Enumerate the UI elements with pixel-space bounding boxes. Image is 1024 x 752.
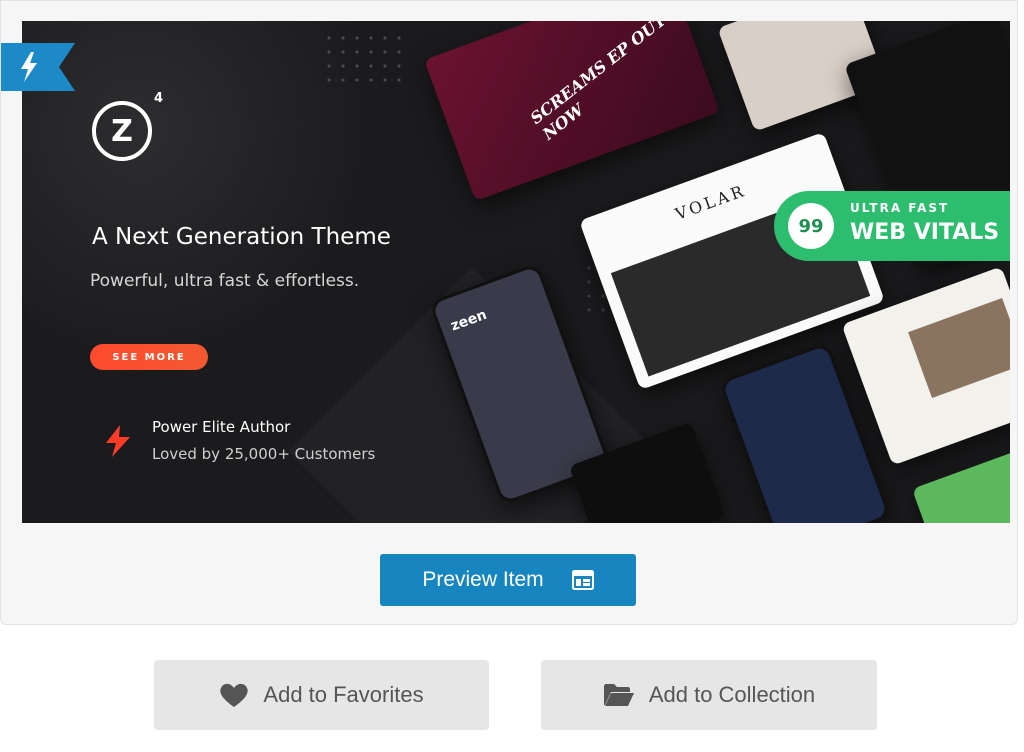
vitals-title: WEB VITALS [850,220,1000,245]
add-to-collection-button[interactable]: Add to Collection [541,660,877,730]
mockup-screen: SCREAMS EP OUT NOW [424,21,720,201]
folder-open-icon [603,683,635,707]
mockup-headline: SCREAMS EP OUT NOW [526,21,670,144]
mockup-phone-title: zeen [448,306,489,335]
web-vitals-badge: 99 ULTRA FAST WEB VITALS [774,191,1010,261]
layout-preview-icon [571,570,594,590]
mockup-photo [908,298,1010,399]
mockup-laptop: VOLAR [579,131,885,391]
vitals-label: ULTRA FAST [850,201,950,215]
add-to-favorites-button[interactable]: Add to Favorites [154,660,489,730]
author-badge-subtitle: Loved by 25,000+ Customers [152,445,376,463]
add-to-favorites-label: Add to Favorites [263,682,424,707]
logo-version: 4 [154,91,164,106]
theme-preview-image[interactable]: Z 4 A Next Generation Theme Powerful, ul… [22,21,1010,523]
theme-logo: Z [92,101,152,161]
author-badge-title: Power Elite Author [152,418,291,436]
lightning-bolt-icon [106,425,130,457]
banner-subline: Powerful, ultra fast & effortless. [90,271,360,291]
banner-headline: A Next Generation Theme [92,224,391,250]
preview-item-button[interactable]: Preview Item [380,554,636,606]
lightning-bolt-icon [1,43,75,91]
mockup-screen [911,447,1010,523]
heart-icon [219,682,249,708]
dot-pattern [322,31,402,91]
preview-item-label: Preview Item [422,568,544,591]
see-more-button[interactable]: SEE MORE [90,344,208,370]
item-preview-card: Z 4 A Next Generation Theme Powerful, ul… [0,0,1018,625]
add-to-collection-label: Add to Collection [648,682,816,707]
vitals-score: 99 [788,203,834,249]
